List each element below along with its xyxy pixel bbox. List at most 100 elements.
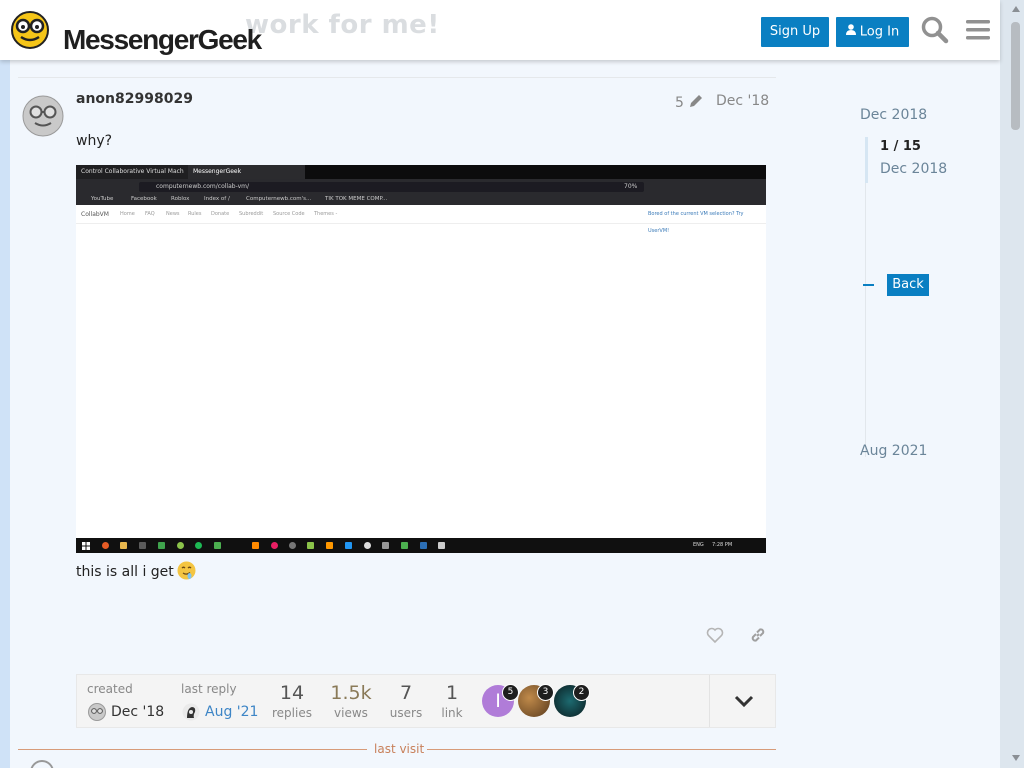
post-divider (18, 77, 776, 78)
participant-post-count: 3 (537, 684, 554, 701)
chevron-down-icon (734, 695, 754, 708)
site-nav-item: Donate (211, 211, 230, 217)
windows-taskbar: ENG 7:28 PM (76, 538, 766, 553)
last-visit-divider (18, 749, 367, 750)
hamburger-menu-icon[interactable] (963, 15, 993, 45)
site-header: work for me! MessengerGeek Sign Up Log I… (0, 0, 1000, 60)
logo-wordmark: MessengerGeek (63, 24, 262, 55)
steam-icon (420, 542, 427, 549)
bookmarks-bar: YouTube Facebook Roblox Index of / Compu… (76, 194, 766, 205)
sign-up-button[interactable]: Sign Up (761, 17, 829, 47)
taskbar-clock: 7:28 PM (712, 542, 733, 548)
timeline-position: 1 / 15 (880, 139, 921, 154)
users-label: users (389, 706, 423, 720)
bookmark: YouTube (91, 196, 114, 202)
drooling-face-emoji-icon (177, 561, 196, 584)
app-icon (438, 542, 445, 549)
timeline-back-button[interactable]: Back (887, 274, 929, 296)
folder-icon (120, 542, 127, 549)
browser-url: computernewb.com/collab-vm/ (139, 182, 644, 192)
last-visit-divider (427, 749, 776, 750)
pencil-icon (690, 95, 703, 107)
replies-count: 14 (279, 682, 305, 704)
taskbar-language: ENG (693, 542, 704, 548)
site-nav-item: Rules (188, 211, 202, 217)
app-icon (401, 542, 408, 549)
post-text: why? (76, 133, 113, 149)
avatar[interactable] (22, 95, 64, 137)
post-text-line: this is all i get (76, 564, 174, 580)
bookmark: Computernewb.com's... (246, 196, 312, 202)
app-icon (139, 542, 146, 549)
bookmark: TIK TOK MEME COMP... (325, 196, 388, 202)
next-post-avatar (30, 760, 54, 768)
views-count: 1.5k (330, 682, 372, 704)
topic-map: created Dec '18 last reply Aug '21 14 re… (76, 674, 776, 728)
participant-post-count: 2 (573, 684, 590, 701)
bookmark: Facebook (131, 196, 157, 202)
bookmark: Roblox (171, 196, 190, 202)
app-icon (271, 542, 278, 549)
expand-topic-map-button[interactable] (709, 675, 777, 727)
edit-history[interactable]: 5 (675, 93, 704, 111)
app-icon (177, 542, 184, 549)
app-icon (326, 542, 333, 549)
app-icon (364, 542, 371, 549)
links-count: 1 (445, 682, 459, 704)
edit-count: 5 (675, 95, 684, 111)
app-icon (158, 542, 165, 549)
timeline-start-date[interactable]: Dec 2018 (860, 107, 927, 123)
views-label: views (334, 706, 368, 720)
browser-tab: Control Collaborative Virtual Mach (76, 165, 189, 179)
site-nav-item: Themes - (314, 211, 338, 217)
windows-start-icon (82, 542, 90, 550)
site-nav-item: CollabVM (81, 211, 109, 218)
site-logo[interactable]: MessengerGeek (10, 10, 262, 55)
scrollbar-thumb[interactable] (1011, 22, 1020, 130)
firefox-icon (102, 542, 109, 549)
app-icon (214, 542, 221, 549)
bookmark: Index of / (204, 196, 230, 202)
browser-tab-active: MessengerGeek (188, 165, 305, 179)
links-label: link (441, 706, 463, 720)
app-icon (307, 542, 314, 549)
timeline-last-read-marker (863, 284, 874, 286)
browser-zoom: 70% (624, 183, 638, 190)
site-nav: CollabVM Home FAQ News Rules Donate Subr… (76, 206, 766, 234)
page-left-edge (0, 0, 10, 768)
search-icon[interactable] (920, 15, 950, 45)
app-icon (289, 542, 296, 549)
timeline-scroll-handle[interactable] (865, 137, 868, 183)
participant-post-count: 5 (502, 684, 519, 701)
site-nav-item: Home (120, 211, 135, 217)
last-reply-label: last reply (181, 682, 237, 696)
site-nav-item: Subreddit (239, 211, 264, 217)
scroll-down-arrow-icon[interactable] (1012, 755, 1020, 761)
like-heart-icon[interactable] (706, 626, 724, 644)
app-icon (345, 542, 352, 549)
scroll-up-arrow-icon[interactable] (1012, 6, 1020, 12)
timeline-rail[interactable] (865, 137, 866, 457)
created-date: Dec '18 (111, 704, 165, 720)
timeline-current-date: Dec 2018 (880, 161, 948, 177)
spotify-icon (195, 542, 202, 549)
geek-smiley-logo-icon (11, 11, 49, 49)
timeline-end-date[interactable]: Aug 2021 (860, 443, 927, 459)
site-nav-item: News (166, 211, 180, 217)
log-in-button[interactable]: Log In (836, 17, 909, 47)
user-icon (845, 17, 856, 47)
post-screenshot-image[interactable]: Control Collaborative Virtual Mach Messe… (76, 165, 766, 553)
replies-label: replies (272, 706, 312, 720)
app-icon (382, 542, 389, 549)
avatar[interactable] (88, 703, 106, 725)
site-notice: Bored of the current VM selection? Try U… (648, 211, 744, 234)
users-count: 7 (399, 682, 413, 704)
post-username[interactable]: anon82998029 (76, 91, 193, 107)
post-date[interactable]: Dec '18 (716, 93, 769, 109)
share-link-icon[interactable] (749, 626, 767, 644)
last-reply-date[interactable]: Aug '21 (205, 704, 258, 720)
post-text: this is all i get (76, 561, 196, 584)
site-nav-item: Source Code (273, 211, 305, 217)
log-in-label: Log In (859, 24, 900, 40)
avatar[interactable] (182, 703, 200, 725)
